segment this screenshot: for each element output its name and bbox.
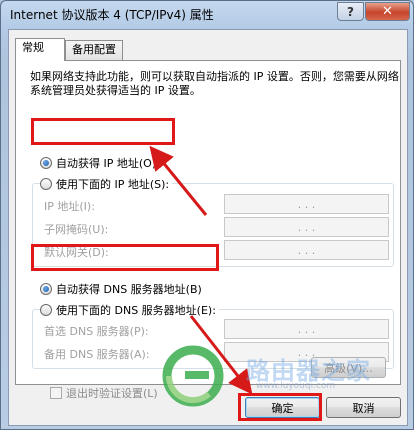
dialog-window: Internet 协议版本 4 (TCP/IPv4) 属性 ? ✕ 常规 备用配… xyxy=(0,0,414,430)
tab-general[interactable]: 常规 xyxy=(15,38,65,61)
tab-general-label: 常规 xyxy=(22,41,44,54)
watermark-url: www.luyouqi.com xyxy=(256,381,336,391)
watermark-logo-icon xyxy=(162,345,224,407)
arrow-to-ip-address xyxy=(149,145,208,216)
